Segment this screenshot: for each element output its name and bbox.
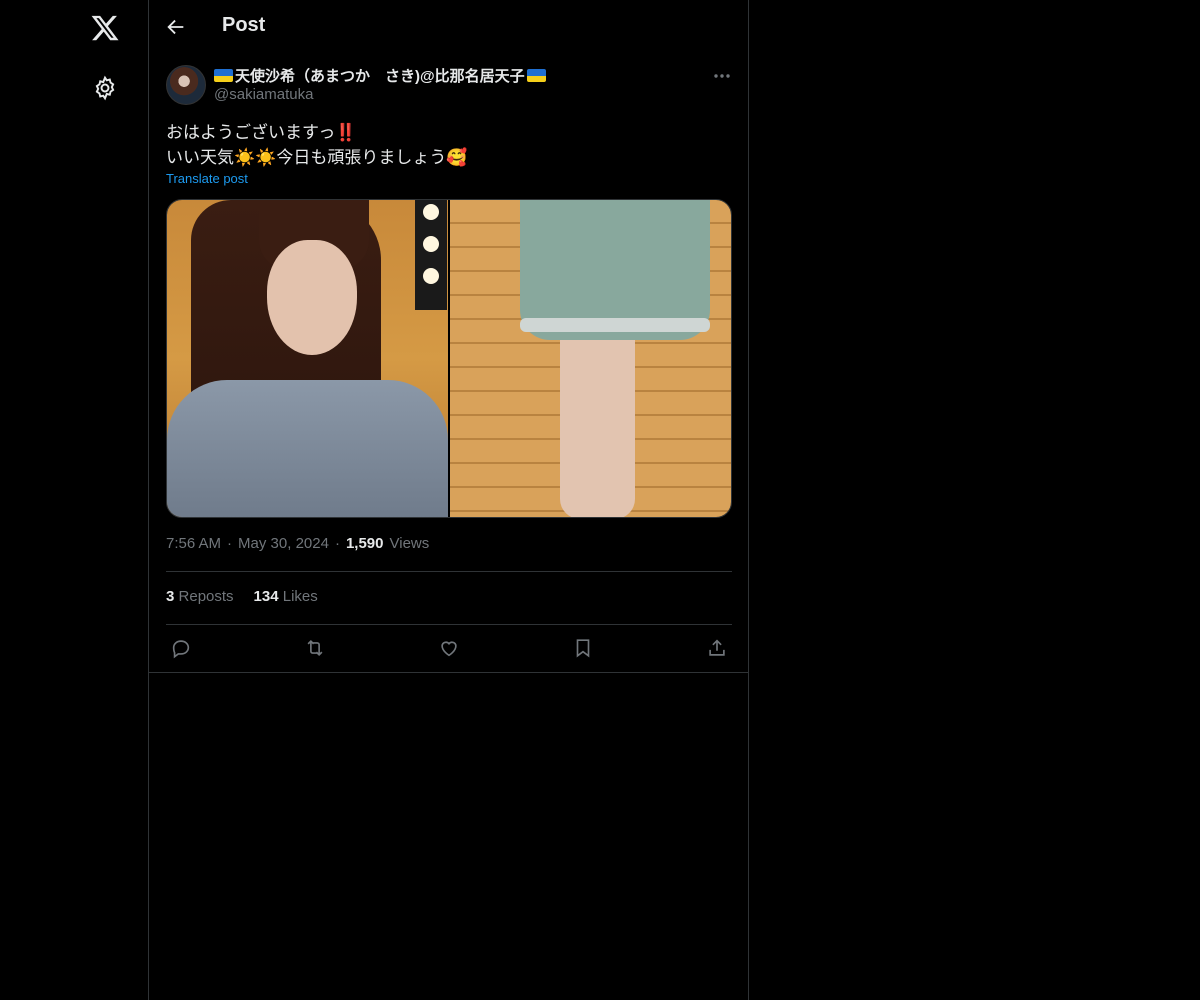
bookmark-icon	[576, 639, 590, 658]
share-button[interactable]	[706, 637, 728, 659]
divider	[166, 624, 732, 625]
like-button[interactable]	[438, 637, 460, 659]
reply-button[interactable]	[170, 637, 192, 659]
gear-icon[interactable]	[92, 75, 118, 101]
divider	[149, 672, 748, 673]
meta-separator: ·	[334, 535, 340, 552]
share-icon	[709, 639, 725, 656]
likes-count: 134	[253, 588, 279, 605]
x-logo-icon[interactable]	[90, 13, 120, 43]
post-metadata: 7:56 AM · May 30, 2024 · 1,590 Views	[166, 535, 429, 552]
likes-label: Likes	[282, 588, 318, 605]
back-button[interactable]	[165, 16, 187, 38]
repost-button[interactable]	[304, 637, 326, 659]
post-media	[166, 199, 732, 518]
legs-shape	[560, 340, 635, 517]
face-shape	[267, 240, 357, 355]
avatar[interactable]	[166, 65, 206, 105]
post-stats: 3 Reposts 134 Likes	[166, 588, 318, 605]
photo-portrait[interactable]	[167, 200, 448, 517]
reposts-stat[interactable]: 3 Reposts	[166, 588, 234, 605]
post-text-line: おはようございますっ‼️	[166, 123, 357, 142]
arrow-left-icon	[167, 19, 184, 35]
bookmark-button[interactable]	[572, 637, 594, 659]
views-count: 1,590	[345, 535, 384, 552]
more-dots-icon	[714, 74, 730, 78]
blouse-shape	[167, 380, 448, 517]
divider	[166, 571, 732, 572]
post-detail-column: Post 天使沙希（あまつか さき)@比那名居天子 @sakiamatuka お…	[149, 0, 749, 1000]
post-actions	[166, 637, 732, 661]
author-display-name[interactable]: 天使沙希（あまつか さき)@比那名居天子	[214, 65, 546, 86]
post-date[interactable]: May 30, 2024	[238, 535, 329, 552]
more-options-button[interactable]	[712, 66, 732, 86]
photo-skirt[interactable]	[450, 200, 731, 517]
post-text-line: いい天気☀️☀️今日も頑張りましょう🥰	[166, 148, 468, 167]
translate-post-link[interactable]: Translate post	[166, 171, 248, 186]
reposts-label: Reposts	[178, 588, 234, 605]
mirror-lights	[415, 200, 447, 310]
likes-stat[interactable]: 134 Likes	[254, 588, 318, 605]
heart-icon	[441, 641, 457, 657]
post-text: おはようございますっ‼️ いい天気☀️☀️今日も頑張りましょう🥰	[166, 120, 731, 170]
author-handle[interactable]: @sakiamatuka	[214, 86, 313, 103]
post-header: Post	[149, 0, 748, 53]
skirt-hem-shape	[520, 318, 710, 332]
repost-icon	[307, 639, 323, 657]
views-label: Views	[389, 535, 430, 552]
reply-icon	[172, 640, 190, 659]
meta-separator: ·	[227, 535, 233, 552]
page-title: Post	[222, 14, 266, 36]
display-name-text: 天使沙希（あまつか さき)@比那名居天子	[235, 68, 525, 85]
reposts-count: 3	[166, 588, 175, 605]
post-time[interactable]: 7:56 AM	[166, 535, 221, 552]
ukraine-flag-icon	[526, 69, 546, 82]
left-navigation	[0, 0, 149, 1000]
ukraine-flag-icon	[214, 69, 233, 82]
